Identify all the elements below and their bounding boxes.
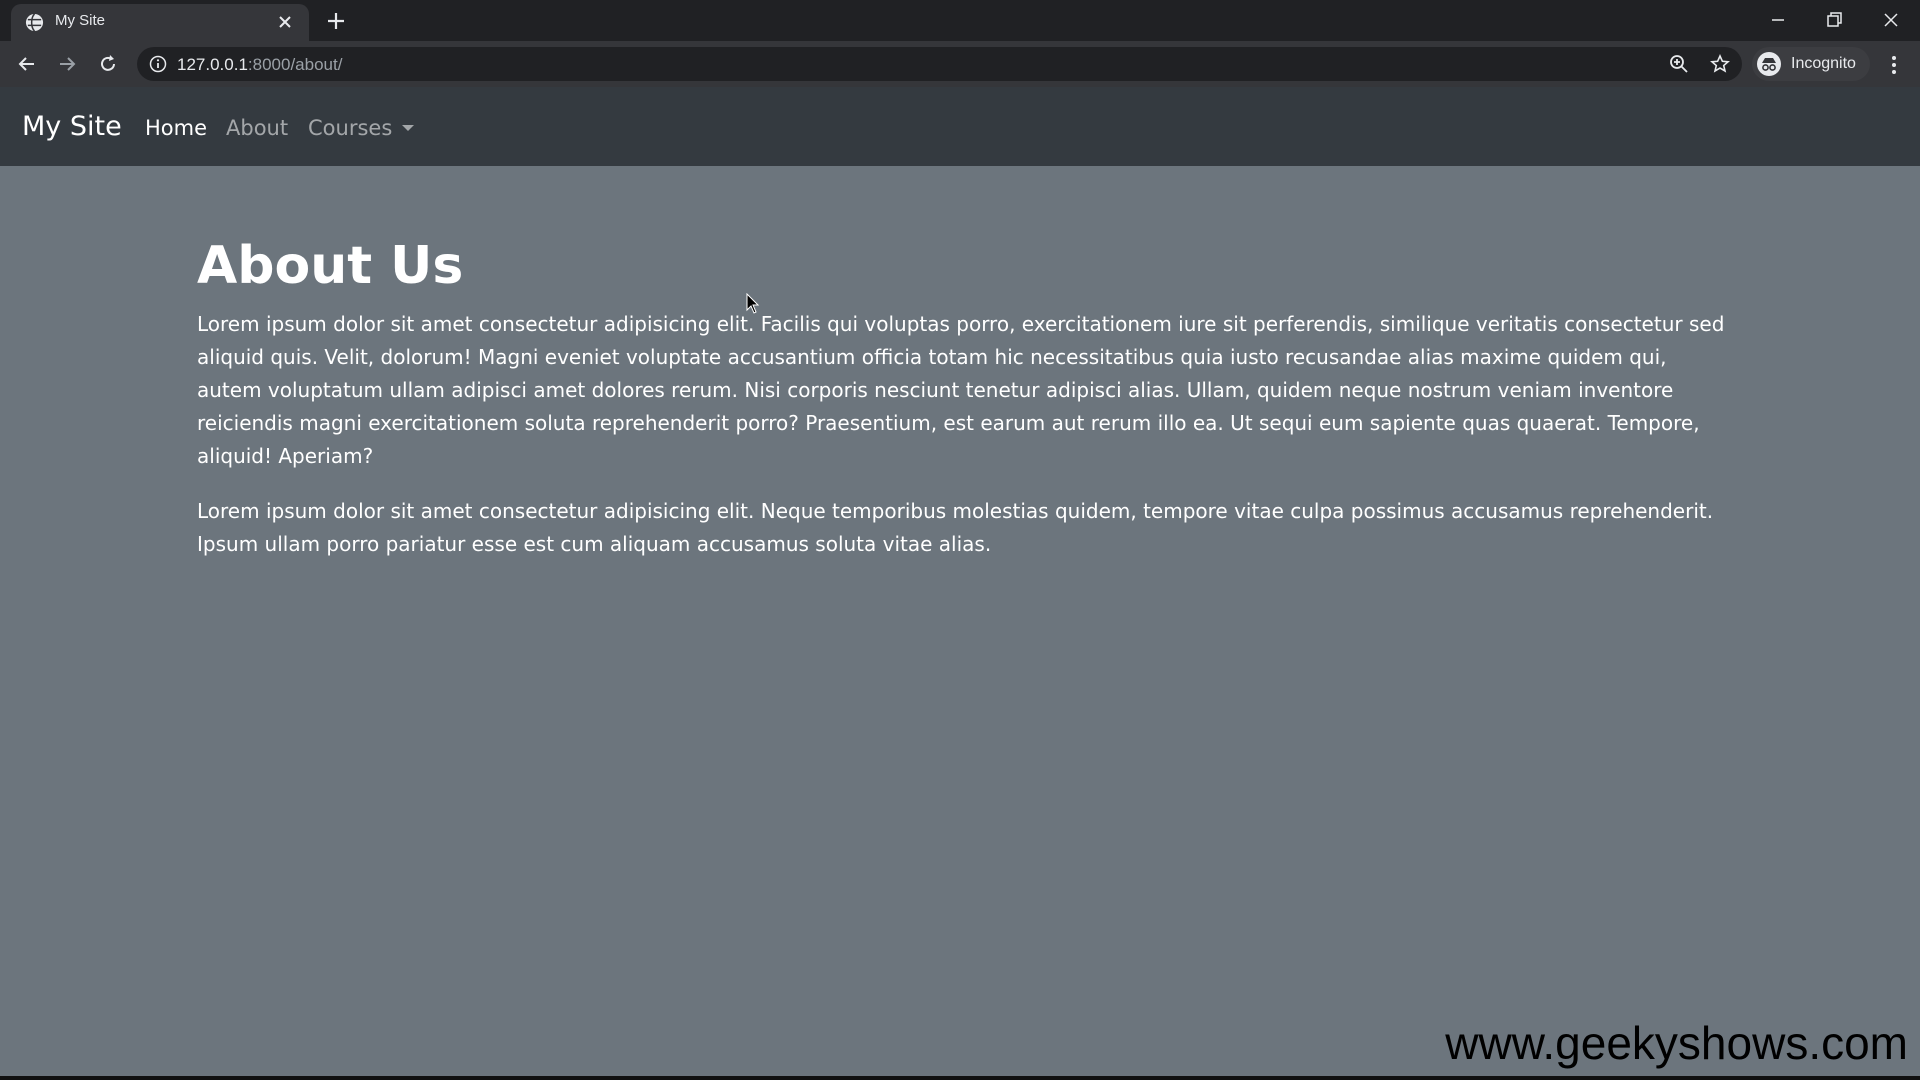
site-navbar: My Site Home About Courses	[0, 87, 1920, 166]
navbar-brand[interactable]: My Site	[22, 111, 122, 142]
more-options-icon[interactable]	[1882, 53, 1906, 77]
nav-courses-label: Courses	[308, 116, 393, 140]
nav-link-about[interactable]: About	[226, 116, 288, 140]
main-content: About Us Lorem ipsum dolor sit amet cons…	[197, 230, 1737, 583]
close-window-icon[interactable]	[1879, 8, 1903, 32]
about-paragraph-1: Lorem ipsum dolor sit amet consectetur a…	[197, 312, 1725, 468]
minimize-icon[interactable]	[1766, 8, 1790, 32]
browser-toolbar: 127.0.0.1:8000/about/ Incognito	[0, 41, 1920, 87]
address-bar[interactable]: 127.0.0.1:8000/about/	[137, 47, 1742, 81]
mouse-cursor-icon	[746, 293, 760, 314]
caret-down-icon	[402, 125, 415, 131]
browser-tab[interactable]: My Site	[11, 4, 309, 41]
nav-dropdown-courses[interactable]: Courses	[308, 116, 415, 140]
url-host: 127.0.0.1	[177, 55, 248, 74]
new-tab-icon[interactable]	[326, 11, 346, 31]
tab-title: My Site	[55, 12, 106, 29]
about-paragraph-2: Lorem ipsum dolor sit amet consectetur a…	[197, 499, 1714, 556]
zoom-icon[interactable]	[1669, 54, 1689, 74]
restore-icon[interactable]	[1822, 8, 1846, 32]
url-text: 127.0.0.1:8000/about/	[177, 55, 342, 75]
incognito-profile[interactable]: Incognito	[1752, 47, 1870, 81]
nav-link-home[interactable]: Home	[145, 116, 207, 140]
bookmark-star-icon[interactable]	[1710, 54, 1730, 74]
forward-icon[interactable]	[55, 52, 79, 76]
reload-icon[interactable]	[96, 52, 120, 76]
info-icon[interactable]	[149, 55, 167, 73]
browser-tab-strip: My Site	[0, 0, 1920, 41]
bottom-border	[0, 1076, 1920, 1080]
url-path: :8000/about/	[247, 55, 343, 74]
globe-icon	[25, 13, 44, 32]
incognito-label: Incognito	[1791, 55, 1856, 72]
incognito-icon	[1757, 52, 1781, 76]
close-tab-icon[interactable]	[276, 13, 294, 31]
watermark: www.geekyshows.com	[1445, 1017, 1908, 1069]
back-icon[interactable]	[15, 52, 39, 76]
page-title: About Us	[197, 236, 464, 296]
